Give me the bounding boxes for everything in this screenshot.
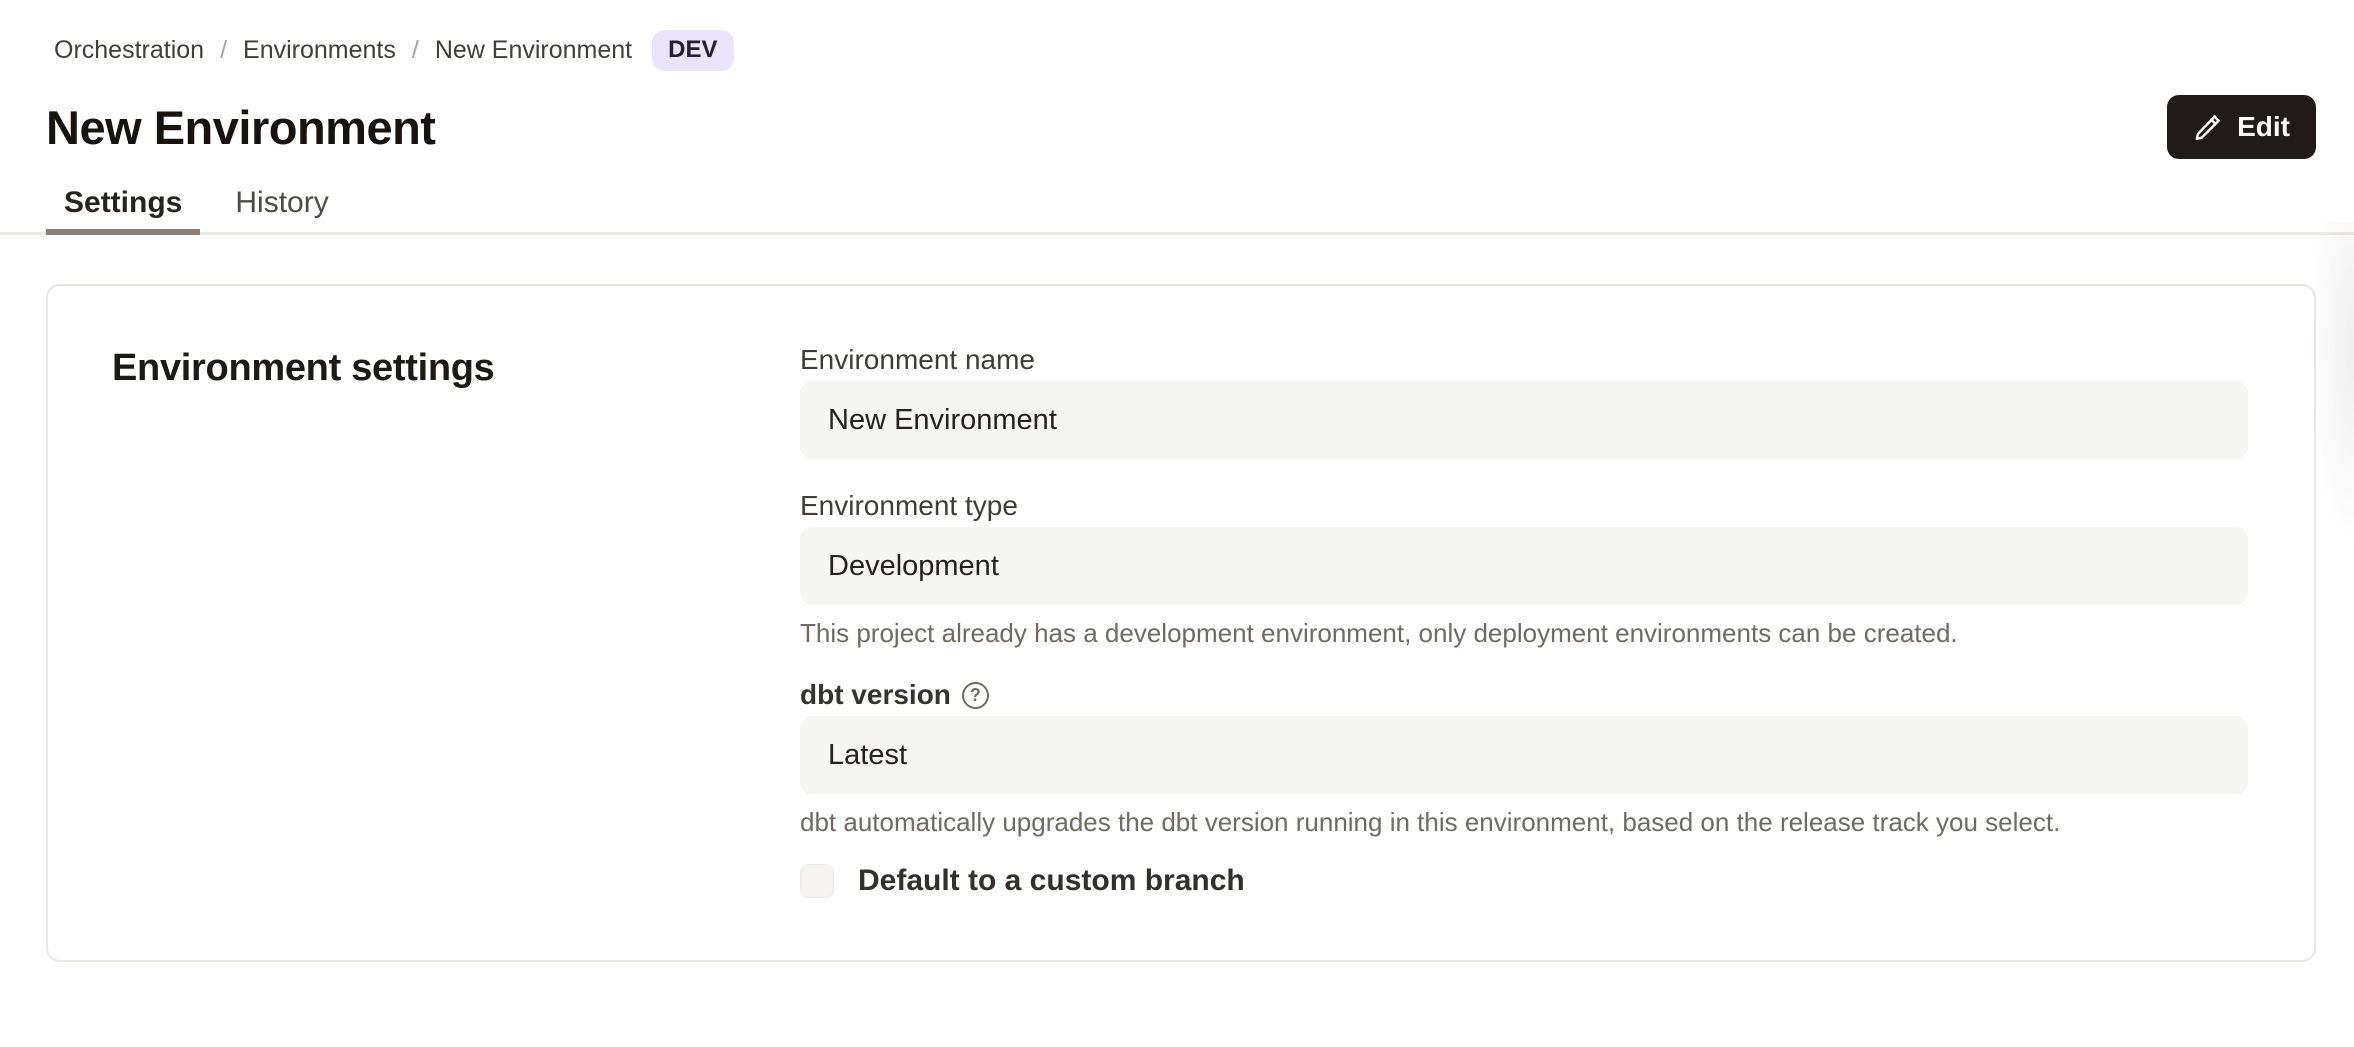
tab-history[interactable]: History (217, 186, 346, 235)
page-title: New Environment (46, 100, 435, 155)
environment-type-group: Environment type Development This projec… (800, 489, 2248, 648)
environment-name-field: New Environment (800, 381, 2248, 459)
breadcrumb-orchestration[interactable]: Orchestration (54, 36, 204, 65)
environment-name-group: Environment name New Environment (800, 343, 2248, 459)
environment-name-label-text: Environment name (800, 343, 1035, 377)
pencil-icon (2193, 112, 2223, 142)
custom-branch-checkbox (800, 864, 834, 898)
dbt-version-field: Latest (800, 716, 2248, 794)
environment-type-value: Development (828, 550, 999, 583)
environment-name-value: New Environment (828, 404, 1057, 437)
environment-settings-form: Environment name New Environment Environ… (800, 286, 2248, 960)
custom-branch-label: Default to a custom branch (858, 864, 1245, 898)
breadcrumb-separator: / (412, 36, 419, 65)
environment-dev-badge: DEV (652, 30, 733, 71)
breadcrumb: Orchestration / Environments / New Envir… (54, 27, 2316, 73)
page-header: New Environment Edit (46, 95, 2316, 159)
card-heading-column: Environment settings (112, 286, 800, 960)
edit-button[interactable]: Edit (2167, 95, 2316, 159)
help-tooltip-icon[interactable]: ? (962, 682, 989, 709)
dbt-version-label-text: dbt version (800, 678, 951, 712)
environment-type-label: Environment type (800, 489, 2248, 523)
dbt-version-value: Latest (828, 739, 907, 772)
environment-type-help-text: This project already has a development e… (800, 618, 2248, 648)
environment-type-field: Development (800, 527, 2248, 605)
dbt-version-group: dbt version ? Latest dbt automatically u… (800, 678, 2248, 837)
edit-button-label: Edit (2237, 111, 2290, 143)
dbt-version-help-text: dbt automatically upgrades the dbt versi… (800, 807, 2248, 837)
environment-settings-card: Environment settings Environment name Ne… (46, 284, 2316, 962)
breadcrumb-current-page: New Environment (435, 36, 632, 65)
tab-bar: Settings History (46, 186, 2316, 235)
dbt-version-label: dbt version ? (800, 678, 2248, 712)
environment-type-label-text: Environment type (800, 489, 1018, 523)
breadcrumb-environments[interactable]: Environments (243, 36, 396, 65)
card-heading: Environment settings (112, 347, 800, 390)
custom-branch-row: Default to a custom branch (800, 864, 2248, 898)
environment-name-label: Environment name (800, 343, 2248, 377)
tab-settings[interactable]: Settings (46, 186, 200, 235)
breadcrumb-separator: / (220, 36, 227, 65)
environment-settings-page: Orchestration / Environments / New Envir… (0, 27, 2354, 962)
